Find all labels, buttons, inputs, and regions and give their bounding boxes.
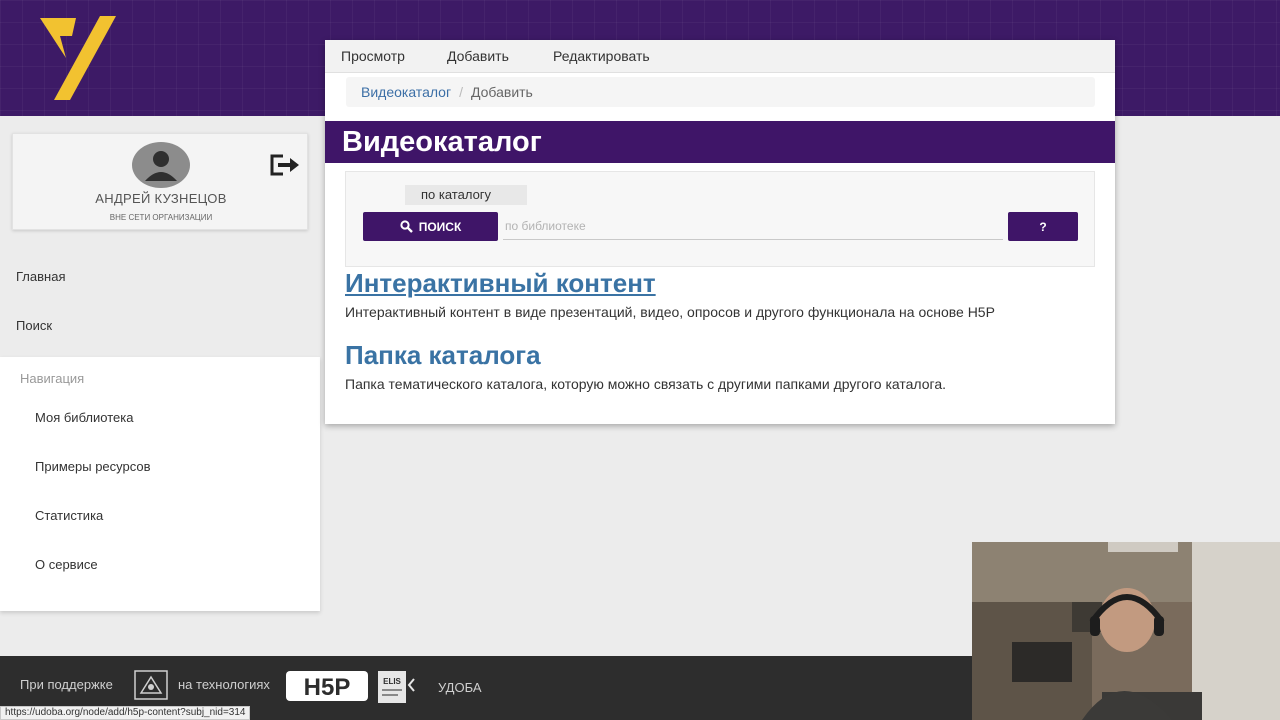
search-box: по каталогу ПОИСК ? [345,171,1095,267]
search-button-label: ПОИСК [418,219,462,234]
breadcrumb-separator: / [459,84,463,100]
search-input[interactable] [503,213,1003,240]
avatar-icon [132,142,190,188]
tab-view[interactable]: Просмотр [341,48,405,64]
main-panel: Просмотр Добавить Редактировать Видеокат… [325,40,1115,424]
sidebar-link-home[interactable]: Главная [16,269,65,284]
elis-logo-text: ELIS [383,677,401,686]
footer-technology: на технологиях [178,677,270,692]
webcam-image [972,542,1280,720]
breadcrumb-link-catalog[interactable]: Видеокаталог [361,84,451,100]
search-scope-chip[interactable]: по каталогу [405,185,527,205]
elis-logo[interactable]: ELIS [378,671,418,703]
profile-card: АНДРЕЙ КУЗНЕЦОВ ВНЕ СЕТИ ОРГАНИЗАЦИИ [12,133,308,230]
search-button[interactable]: ПОИСК [363,212,498,241]
profile-name: АНДРЕЙ КУЗНЕЦОВ [95,191,227,206]
h5p-logo[interactable]: H5P [286,669,368,703]
support-logo-icon[interactable] [133,669,169,701]
logo-icon[interactable] [36,12,120,104]
sidebar-link-search[interactable]: Поиск [16,318,52,333]
breadcrumb: Видеокаталог / Добавить [346,77,1095,107]
status-bar-url: https://udoba.org/node/add/h5p-content?s… [0,706,251,720]
content-type-title-folder[interactable]: Папка каталога [345,340,541,371]
profile-status: ВНЕ СЕТИ ОРГАНИЗАЦИИ [109,213,213,222]
help-button[interactable]: ? [1008,212,1078,241]
tab-add[interactable]: Добавить [447,48,509,64]
tab-edit[interactable]: Редактировать [553,48,650,64]
avatar[interactable] [131,141,191,189]
nav-item-statistics[interactable]: Статистика [35,508,103,523]
content-type-title-interactive[interactable]: Интерактивный контент [345,268,656,299]
tabs-bar: Просмотр Добавить Редактировать [325,40,1115,73]
nav-item-resource-examples[interactable]: Примеры ресурсов [35,459,151,474]
content-type-desc-interactive: Интерактивный контент в виде презентаций… [345,304,995,320]
nav-item-about[interactable]: О сервисе [35,557,98,572]
footer-brand[interactable]: УДОБА [438,680,482,695]
h5p-logo-text: H5P [304,674,351,701]
search-icon [400,220,413,233]
nav-item-my-library[interactable]: Моя библиотека [35,410,133,425]
webcam-video [972,542,1280,720]
title-bar: Видеокаталог [325,121,1115,163]
breadcrumb-current: Добавить [470,84,533,100]
navigation-header: Навигация [20,371,85,386]
page-title: Видеокаталог [342,126,542,158]
navigation-panel: Навигация Моя библиотека Примеры ресурсо… [0,357,320,611]
content-type-desc-folder: Папка тематического каталога, которую мо… [345,376,947,392]
logout-icon[interactable] [269,153,301,177]
footer-supported-by: При поддержке [20,677,113,692]
